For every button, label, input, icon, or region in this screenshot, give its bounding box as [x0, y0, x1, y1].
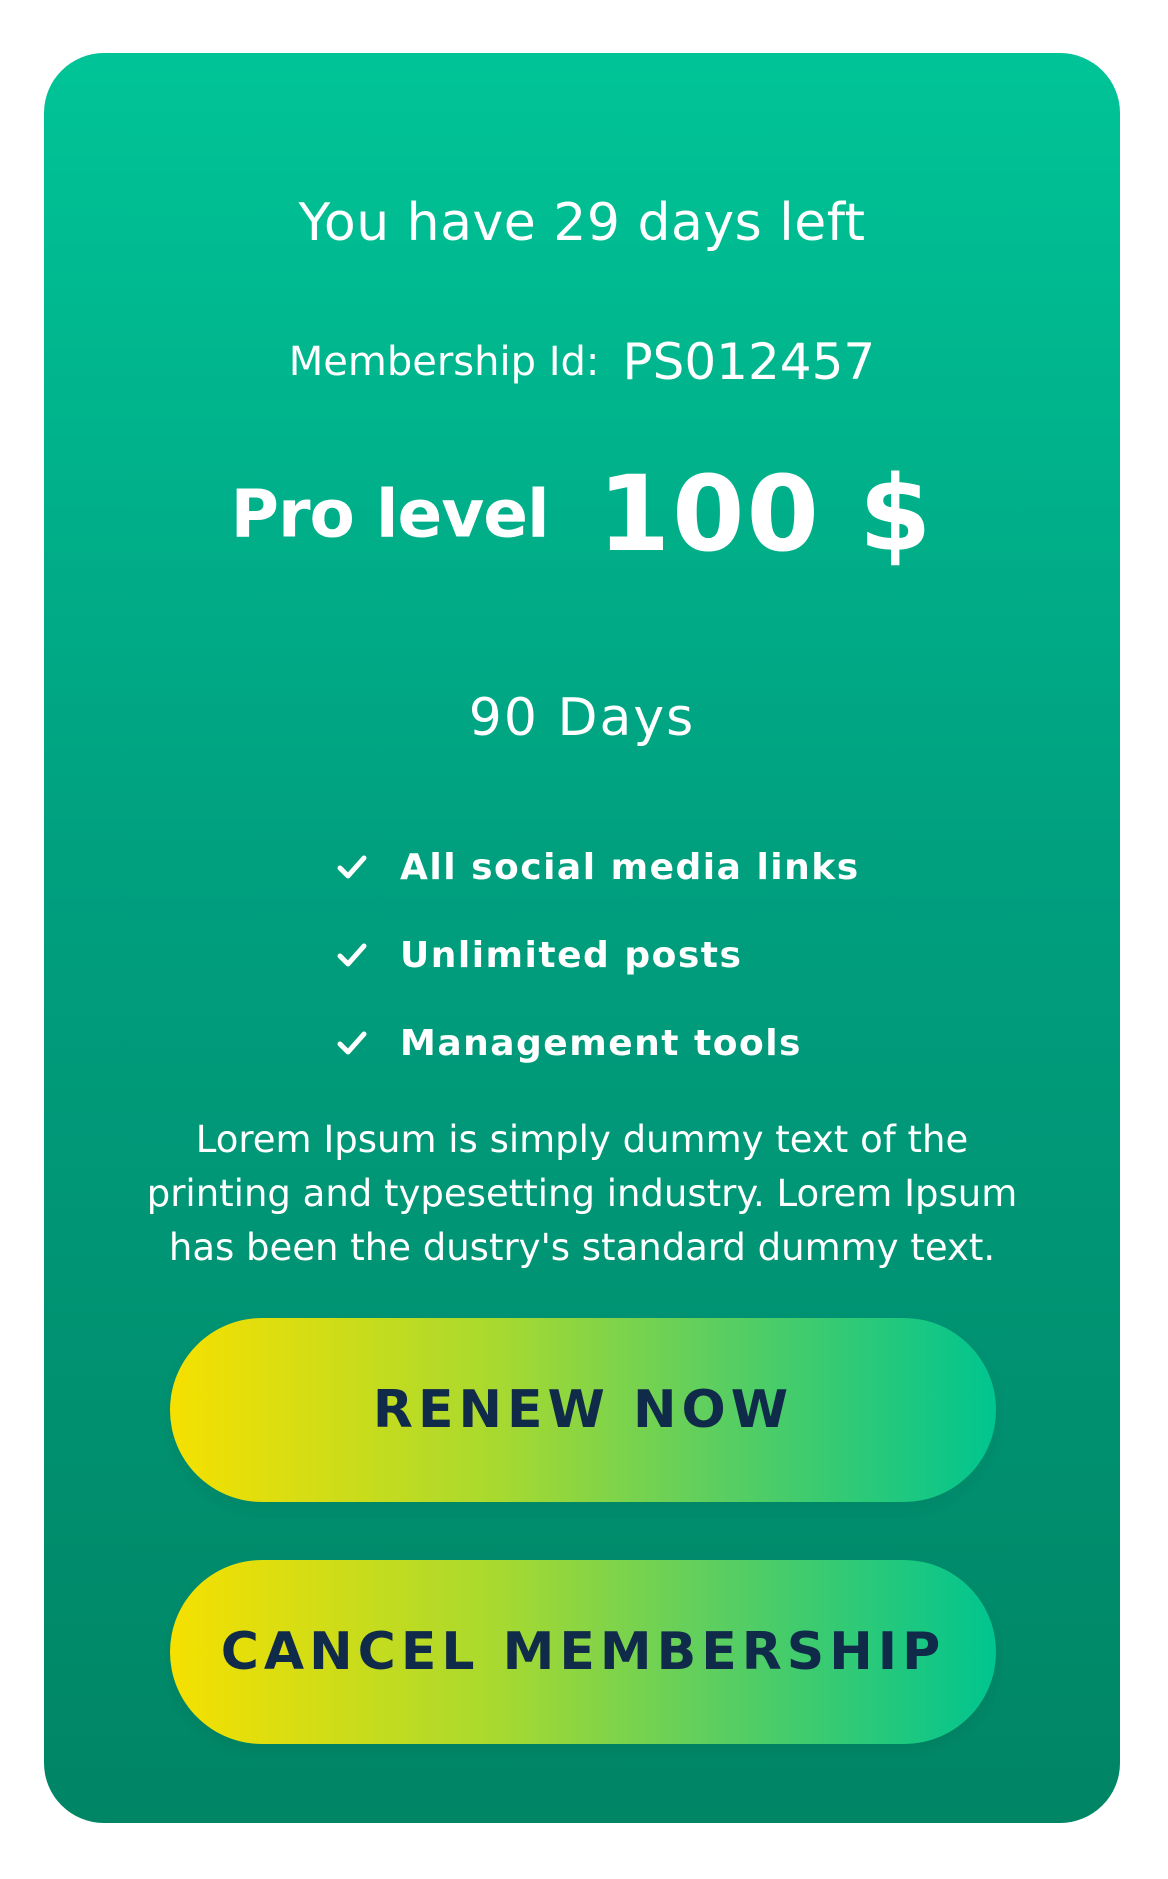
- membership-card: You have 29 days left Membership Id: PS0…: [44, 53, 1120, 1823]
- cancel-membership-button[interactable]: CANCEL MEMBERSHIP: [170, 1560, 996, 1744]
- feature-item: Management tools: [334, 999, 860, 1087]
- membership-id-value: PS012457: [622, 333, 876, 391]
- check-icon: [334, 1025, 370, 1061]
- feature-list: All social media links Unlimited posts M…: [334, 823, 860, 1087]
- feature-label: Management tools: [400, 1022, 802, 1064]
- plan-row: Pro level 100 $: [44, 453, 1120, 575]
- membership-id-label: Membership Id:: [288, 339, 600, 385]
- membership-id-row: Membership Id: PS012457: [44, 333, 1120, 391]
- feature-item: All social media links: [334, 823, 860, 911]
- days-left-text: You have 29 days left: [298, 193, 866, 253]
- renew-now-button[interactable]: RENEW NOW: [170, 1318, 996, 1502]
- check-icon: [334, 937, 370, 973]
- feature-item: Unlimited posts: [334, 911, 860, 999]
- plan-price: 100 $: [597, 453, 934, 575]
- check-icon: [334, 849, 370, 885]
- feature-label: All social media links: [400, 846, 860, 888]
- plan-description: Lorem Ipsum is simply dummy text of the …: [146, 1118, 1018, 1269]
- plan-name: Pro level: [230, 475, 550, 553]
- plan-duration: 90 Days: [468, 688, 696, 748]
- feature-label: Unlimited posts: [400, 934, 743, 976]
